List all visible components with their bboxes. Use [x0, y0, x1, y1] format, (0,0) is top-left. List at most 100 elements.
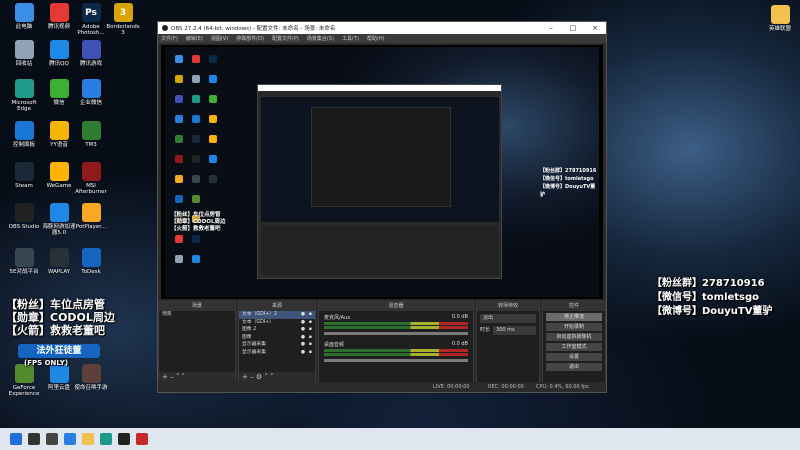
preview-mini-icon	[192, 95, 200, 103]
desktop-icon-txgame[interactable]: 腾讯游戏	[72, 40, 110, 67]
eye-icon[interactable]: ●	[301, 341, 305, 349]
overlay-right: 【粉丝群】278710916 【微信号】tomletsgo 【微博号】Douyu…	[652, 277, 773, 319]
preview-mini-icon	[175, 55, 183, 63]
volume-meter	[324, 326, 468, 329]
overlay-left-line2: 【勋章】CODOL周边	[6, 311, 115, 324]
dolphin-accelerator-icon	[49, 203, 69, 222]
obs-titlebar[interactable]: OBS 27.2.4 (64-bit, windows) - 配置文件: 未命名…	[158, 22, 606, 34]
preview-mini-icon	[192, 115, 200, 123]
eye-icon[interactable]: ●	[301, 319, 305, 327]
obs-menu-item[interactable]: 停靠部件(D)	[236, 35, 264, 42]
transitions-dock: 转场特效 淡出 时长 300 ms	[476, 301, 540, 383]
eye-icon[interactable]: ●	[301, 311, 305, 319]
lock-icon[interactable]: ▪	[309, 311, 312, 319]
desktop-icon-edge[interactable]: Microsoft Edge	[5, 79, 43, 112]
lock-icon[interactable]: ▪	[309, 334, 312, 342]
desktop-icon-tm3[interactable]: TM3	[72, 121, 110, 148]
source-item[interactable]: 图像 2 ● ▪	[239, 326, 315, 334]
source-item[interactable]: 文本（GDI+）2 ● ▪	[239, 311, 315, 319]
wecom-icon	[81, 79, 101, 98]
mixer-channel: 桌面音频 0.0 dB	[319, 338, 473, 365]
scenes-toolbar[interactable]: + – ˄ ˅	[159, 372, 235, 382]
obs-docks: 场景 场景 + – ˄ ˅ 来源 文本（GDI+）2 ● ▪ 文本（GDI+） ● ▪ 图像…	[158, 301, 606, 392]
app-taskbar-icon[interactable]	[136, 433, 148, 445]
obs-menu-item[interactable]: 工具(T)	[342, 35, 359, 42]
desktop-icon-label: Microsoft Edge	[11, 100, 37, 112]
lock-icon[interactable]: ▪	[309, 326, 312, 334]
desktop-icon-label: 使命召唤手游	[74, 385, 108, 391]
preview-mini-icon	[192, 135, 200, 143]
lock-icon[interactable]: ▪	[309, 319, 312, 327]
obs-menu-item[interactable]: 文件(F)	[161, 35, 178, 42]
volume-meter	[324, 322, 468, 325]
control-button[interactable]: 停止推流	[546, 313, 602, 321]
eye-icon[interactable]: ●	[301, 334, 305, 342]
widgets-icon[interactable]	[64, 433, 76, 445]
source-item[interactable]: 显示器采集 ● ▪	[239, 341, 315, 349]
source-item[interactable]: 显示器采集 ● ▪	[239, 349, 315, 357]
obs-menu-item[interactable]: 帮助(H)	[367, 35, 385, 42]
control-button[interactable]: 开始录制	[546, 323, 602, 331]
preview-mini-icon	[192, 175, 200, 183]
volume-slider[interactable]	[324, 332, 468, 335]
edge-taskbar-icon[interactable]	[100, 433, 112, 445]
control-button[interactable]: 设置	[546, 353, 602, 361]
edge-icon	[14, 79, 34, 98]
transition-select[interactable]: 淡出	[480, 314, 536, 323]
control-button[interactable]: 退出	[546, 363, 602, 371]
sources-toolbar[interactable]: + – ⚙ ˄ ˅	[239, 372, 315, 382]
desktop-icon-recycle[interactable]: 回收站	[5, 40, 43, 67]
photoshop-icon: Ps	[81, 3, 101, 22]
obs-taskbar-icon[interactable]	[118, 433, 130, 445]
recycle-bin-icon	[14, 40, 34, 59]
desktop-icon-5e[interactable]: 5E对战平台	[5, 248, 43, 275]
desktop-icon-label: MSI Afterburner	[75, 183, 107, 195]
lock-icon[interactable]: ▪	[309, 341, 312, 349]
source-item[interactable]: 文本（GDI+） ● ▪	[239, 319, 315, 327]
desktop-icon-qiwei[interactable]: 企业微信	[72, 79, 110, 106]
task-view-icon[interactable]	[46, 433, 58, 445]
desktop-icon-pc[interactable]: 此电脑	[5, 3, 43, 30]
cpu-status: CPU: 0.4%, 60.00 fps	[536, 384, 589, 390]
obs-menu-item[interactable]: 视图(V)	[211, 35, 228, 42]
minimize-icon[interactable]: –	[540, 22, 562, 34]
preview-mini-icon	[175, 75, 183, 83]
source-item[interactable]: 图像 ● ▪	[239, 334, 315, 342]
scene-item[interactable]: 场景	[159, 311, 235, 319]
duration-input[interactable]: 300 ms	[493, 326, 536, 335]
desktop-icon-ctrl[interactable]: 控制面板	[5, 121, 43, 148]
volume-slider[interactable]	[324, 359, 468, 362]
desktop-icon-todesk[interactable]: ToDesk	[72, 248, 110, 275]
borderlands-icon: 3	[113, 3, 133, 22]
lock-icon[interactable]: ▪	[309, 349, 312, 357]
desktop-icon-potplayer[interactable]: PotPlayer...	[72, 203, 110, 230]
controls-header: 控件	[543, 302, 605, 311]
maximize-icon[interactable]: □	[562, 22, 584, 34]
eye-icon[interactable]: ●	[301, 349, 305, 357]
search-icon[interactable]	[28, 433, 40, 445]
desktop-icon-msi[interactable]: MSI Afterburner	[72, 162, 110, 195]
5e-platform-icon	[14, 248, 34, 267]
obs-menu-item[interactable]: 配置文件(P)	[272, 35, 299, 42]
desktop-icon-geforce[interactable]: GeForce Experience	[5, 364, 43, 397]
desktop-icon-steam[interactable]: Steam	[5, 162, 43, 189]
desktop-icon-sh[interactable]: 使命召唤手游	[72, 364, 110, 391]
start-icon[interactable]	[10, 433, 22, 445]
eye-icon[interactable]: ●	[301, 326, 305, 334]
obs-preview[interactable]: 【粉丝群】278710916 【微信号】tomletsgo 【微博号】Douyu…	[161, 45, 603, 299]
preview-mini-icon	[209, 75, 217, 83]
desktop-icon-obs[interactable]: OBS Studio	[5, 203, 43, 230]
close-icon[interactable]: ×	[584, 22, 606, 34]
control-button[interactable]: 工作室模式	[546, 343, 602, 351]
obs-menu-item[interactable]: 编辑(E)	[186, 35, 203, 42]
file-explorer-icon[interactable]	[82, 433, 94, 445]
wegame-icon	[49, 162, 69, 181]
obs-menubar: 文件(F) 编辑(E) 视图(V) 停靠部件(D) 配置文件(P) 场景集合(S) 工具(T…	[158, 34, 606, 43]
tm3-icon	[81, 121, 101, 140]
desktop-icon-bl3[interactable]: 3 Borderlands 3	[104, 3, 142, 36]
obs-statusbar: LIVE: 00:00:00 REC: 00:00:00 CPU: 0.4%, …	[158, 382, 606, 392]
obs-window[interactable]: OBS 27.2.4 (64-bit, windows) - 配置文件: 未命名…	[157, 21, 607, 393]
control-button[interactable]: 启动虚拟摄像机	[546, 333, 602, 341]
desktop-icon-folder[interactable]: 英雄联盟	[761, 5, 799, 32]
obs-menu-item[interactable]: 场景集合(S)	[307, 35, 334, 42]
